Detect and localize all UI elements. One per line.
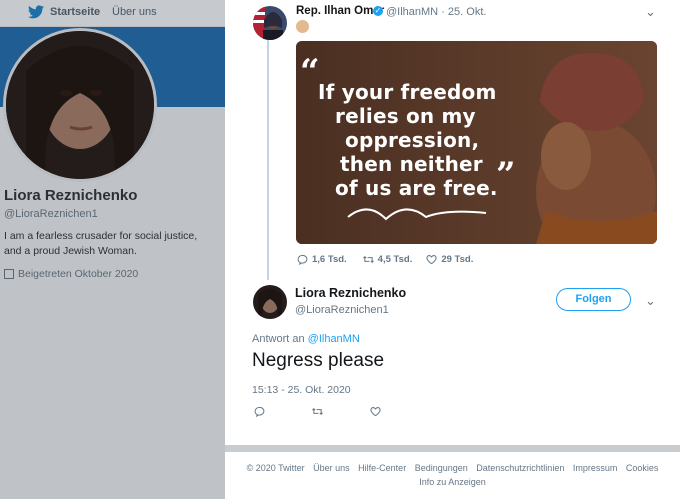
profile-joined-text: Beigetreten Oktober 2020	[18, 268, 139, 280]
tweet2-timestamp[interactable]: 15:13 - 25. Okt. 2020	[252, 384, 351, 396]
footer-link[interactable]: Hilfe-Center	[358, 463, 406, 473]
reply-context: Antwort an @IlhanMN	[252, 333, 360, 345]
footer-link[interactable]: Datenschutzrichtlinien	[476, 463, 564, 473]
nav-home-link[interactable]: Startseite	[50, 6, 100, 18]
calendar-icon	[4, 269, 14, 279]
profile-handle: @LioraReznichen1	[4, 208, 98, 220]
retweet-icon[interactable]	[362, 254, 374, 265]
footer: © 2020 Twitter Über uns Hilfe-Center Bed…	[225, 452, 680, 499]
profile-bio: I am a fearless crusader for social just…	[4, 230, 198, 257]
quote-line: If your freedom	[318, 80, 497, 104]
quote-line: oppression,	[345, 128, 480, 152]
reply-count: 1,6 Tsd.	[312, 254, 347, 265]
tweet2-author-name[interactable]: Liora Reznichenko	[295, 286, 406, 300]
chevron-down-icon[interactable]: ⌄	[645, 4, 656, 20]
like-icon[interactable]	[370, 406, 381, 417]
reply-handle-link[interactable]: @IlhanMN	[308, 333, 360, 345]
retweet-count: 4,5 Tsd.	[377, 254, 413, 265]
tweet1-handle[interactable]: @IlhanMN	[386, 6, 438, 18]
thread-connector	[267, 40, 269, 280]
reply-icon[interactable]	[297, 254, 308, 265]
footer-link[interactable]: Über uns	[313, 463, 350, 473]
footer-divider	[225, 445, 680, 452]
footer-link[interactable]: Bedingungen	[415, 463, 468, 473]
tweet2-handle[interactable]: @LioraReznichen1	[295, 304, 389, 316]
tweet2-avatar[interactable]	[253, 285, 287, 319]
like-icon[interactable]	[426, 254, 437, 265]
tweet1-date[interactable]: · 25. Okt.	[441, 6, 486, 18]
footer-link[interactable]: © 2020 Twitter	[247, 463, 305, 473]
quote-line: of us are free.	[335, 176, 498, 200]
reply-prefix: Antwort an	[252, 333, 305, 345]
quote-close-mark: ”	[496, 155, 516, 195]
reply-icon[interactable]	[254, 406, 265, 417]
retweet-icon[interactable]	[312, 406, 323, 417]
profile-joined: Beigetreten Oktober 2020	[4, 268, 138, 280]
quote-open-mark: “	[300, 52, 320, 92]
profile-name: Liora Reznichenko	[4, 187, 138, 204]
like-count: 29 Tsd.	[441, 254, 474, 265]
tweet1-avatar[interactable]	[253, 6, 287, 40]
chevron-down-icon[interactable]: ⌄	[645, 293, 656, 309]
tweet1-handle-date: @IlhanMN · 25. Okt.	[386, 6, 486, 18]
tweet2-text: Negress please	[252, 350, 385, 371]
tweet1-author-name[interactable]: Rep. Ilhan Omar	[296, 5, 384, 17]
tweet1-actions: 1,6 Tsd. 4,5 Tsd. 29 Tsd.	[297, 254, 473, 265]
footer-link[interactable]: Info zu Anzeigen	[419, 477, 486, 487]
quote-line: relies on my	[335, 104, 476, 128]
verified-icon: ✓	[373, 6, 383, 16]
footer-link[interactable]: Cookies	[626, 463, 659, 473]
nav-about-link[interactable]: Über uns	[112, 6, 157, 18]
twitter-bird-icon[interactable]	[28, 5, 44, 19]
quote-line: then neither	[340, 152, 483, 176]
follow-button[interactable]: Folgen	[556, 288, 631, 311]
raised-fist-emoji-icon	[296, 20, 309, 33]
footer-link[interactable]: Impressum	[573, 463, 618, 473]
profile-avatar[interactable]	[3, 28, 157, 182]
